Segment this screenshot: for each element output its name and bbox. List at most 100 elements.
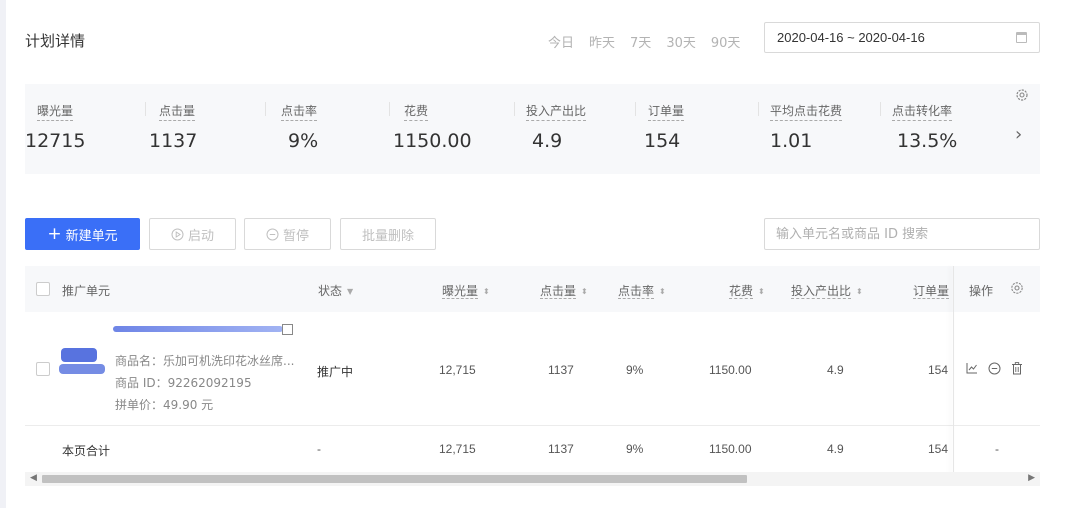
date-range-value: 2020-04-16 ~ 2020-04-16 <box>777 30 925 45</box>
horizontal-scrollbar[interactable]: ◀ ▶ <box>25 472 1040 486</box>
header-orders-label: 订单量 <box>913 284 950 299</box>
scroll-left-arrow-icon[interactable]: ◀ <box>30 473 37 483</box>
sort-icon: ⬍ <box>856 286 863 296</box>
row-checkbox[interactable] <box>36 362 50 376</box>
divider <box>635 102 636 116</box>
unit-name-redacted <box>113 326 283 332</box>
quick-date-options: 今日 昨天 7天 30天 90天 <box>548 32 740 51</box>
header-ctr[interactable]: 点击率 ⬍ <box>618 282 666 299</box>
total-orders: 154 <box>928 442 949 456</box>
divider <box>514 102 515 116</box>
start-label: 启动 <box>187 228 214 244</box>
quick-date-today[interactable]: 今日 <box>548 32 574 51</box>
sort-icon: ⬍ <box>483 286 490 296</box>
chevron-right-icon[interactable]: › <box>1015 124 1022 145</box>
metric-value: 154 <box>644 130 681 152</box>
search-input[interactable] <box>764 218 1040 250</box>
header-cost-label: 花费 <box>729 284 754 299</box>
table-row: 商品名：乐加可机洗印花冰丝席... 商品 ID：92262092195 拼单价：… <box>25 312 1040 426</box>
trash-icon[interactable] <box>1011 362 1023 375</box>
header-status-label: 状态 <box>318 284 343 298</box>
scrollbar-thumb[interactable] <box>42 475 747 483</box>
product-thumbnail <box>57 340 113 384</box>
header-clicks[interactable]: 点击量 ⬍ <box>540 282 588 299</box>
product-id: 商品 ID：92262092195 <box>115 376 252 390</box>
metric-label: 花费 <box>404 102 429 121</box>
play-circle-icon <box>171 228 184 240</box>
total-ctr: 9% <box>626 442 644 456</box>
sort-icon: ⬍ <box>758 286 765 296</box>
header-roi-label: 投入产出比 <box>791 284 852 299</box>
gear-icon[interactable] <box>1015 88 1029 102</box>
plus-icon: + <box>47 223 62 244</box>
quick-date-yesterday[interactable]: 昨天 <box>589 32 615 51</box>
product-name: 商品名：乐加可机洗印花冰丝席... <box>115 354 295 368</box>
table-header: 推广单元 状态 ▼ 曝光量 ⬍ 点击量 ⬍ 点击率 ⬍ 花费 ⬍ 投入产出比 ⬍ 订单量 操… <box>25 266 1040 312</box>
calendar-icon <box>1016 32 1027 43</box>
header-status[interactable]: 状态 ▼ <box>318 282 353 299</box>
chart-icon[interactable] <box>966 362 978 374</box>
header-clicks-label: 点击量 <box>540 284 577 299</box>
header-roi[interactable]: 投入产出比 ⬍ <box>791 282 863 299</box>
roi-value: 4.9 <box>827 363 844 377</box>
metric-value: 12715 <box>25 130 86 152</box>
impressions-value: 12,715 <box>439 363 476 377</box>
header-impressions[interactable]: 曝光量 ⬍ <box>442 282 490 299</box>
header-cost[interactable]: 花费 ⬍ <box>729 282 765 299</box>
quick-date-7days[interactable]: 7天 <box>630 32 651 51</box>
new-unit-label: 新建单元 <box>65 228 118 244</box>
row-actions <box>966 362 1023 375</box>
group-price: 拼单价：49.90 元 <box>115 398 214 412</box>
metric-label: 订单量 <box>648 102 685 121</box>
ctr-value: 9% <box>626 363 644 377</box>
orders-value: 154 <box>928 363 949 377</box>
total-actions: - <box>995 442 999 456</box>
divider <box>265 102 266 116</box>
header-impressions-label: 曝光量 <box>442 284 479 299</box>
header-orders[interactable]: 订单量 <box>913 282 950 299</box>
new-unit-button[interactable]: + 新建单元 <box>25 218 140 250</box>
metrics-panel: 曝光量 12715 点击量 1137 点击率 9% 花费 1150.00 投入产… <box>25 84 1040 174</box>
metric-label: 点击量 <box>159 102 196 121</box>
header-ctr-label: 点击率 <box>618 284 655 299</box>
metric-label: 投入产出比 <box>526 102 587 121</box>
fixed-column-divider <box>953 266 954 476</box>
total-clicks: 1137 <box>548 442 574 456</box>
bulk-delete-label: 批量删除 <box>361 228 414 244</box>
header-unit: 推广单元 <box>62 284 111 298</box>
status-text: 推广中 <box>317 365 354 379</box>
header-actions: 操作 <box>969 284 994 298</box>
pause-circle-icon[interactable] <box>988 362 1001 375</box>
metric-value: 13.5% <box>897 130 958 152</box>
start-button[interactable]: 启动 <box>149 218 236 250</box>
total-status: - <box>317 442 321 456</box>
metric-value: 1137 <box>149 130 198 152</box>
metric-value: 4.9 <box>532 130 563 152</box>
divider <box>758 102 759 116</box>
minus-circle-icon <box>266 228 279 240</box>
column-settings-icon[interactable] <box>1010 281 1024 295</box>
divider <box>145 102 146 116</box>
total-roi: 4.9 <box>827 442 844 456</box>
total-label: 本页合计 <box>62 444 111 458</box>
metric-label: 点击率 <box>281 102 318 121</box>
bulk-delete-button[interactable]: 批量删除 <box>340 218 436 250</box>
redaction-mark <box>59 364 105 374</box>
edit-icon[interactable] <box>282 324 293 335</box>
metric-label: 平均点击花费 <box>770 102 843 121</box>
filter-icon: ▼ <box>347 286 354 296</box>
cost-value: 1150.00 <box>709 363 752 377</box>
quick-date-90days[interactable]: 90天 <box>711 32 741 51</box>
divider <box>880 102 881 116</box>
page-title: 计划详情 <box>25 32 86 50</box>
date-range-picker[interactable]: 2020-04-16 ~ 2020-04-16 <box>764 22 1040 53</box>
metric-value: 1.01 <box>770 130 813 152</box>
sort-icon: ⬍ <box>581 286 588 296</box>
select-all-checkbox[interactable] <box>36 282 50 296</box>
quick-date-30days[interactable]: 30天 <box>666 32 696 51</box>
metric-label: 曝光量 <box>37 102 74 121</box>
metric-label: 点击转化率 <box>892 102 953 121</box>
clicks-value: 1137 <box>548 363 574 377</box>
pause-button[interactable]: 暂停 <box>244 218 331 250</box>
scroll-right-arrow-icon[interactable]: ▶ <box>1028 473 1035 483</box>
